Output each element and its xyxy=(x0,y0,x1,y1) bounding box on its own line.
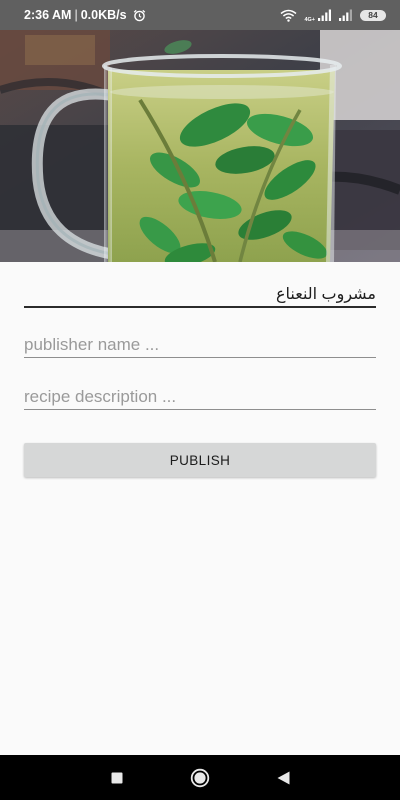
status-speed: 0.0KB/s xyxy=(80,8,127,22)
battery-icon: 84 xyxy=(360,9,386,21)
network-type-label: 4G+ xyxy=(304,16,315,23)
recipe-photo xyxy=(0,30,400,262)
navigation-bar xyxy=(0,755,400,800)
recents-icon xyxy=(111,772,123,784)
recipe-description-input[interactable] xyxy=(24,384,376,410)
signal-icon xyxy=(318,9,332,21)
screen: 2:36 AM | 0.0KB/s 4G+ 84 مشروب النعناع p… xyxy=(0,0,400,800)
publish-button[interactable]: PUBLISH xyxy=(24,443,376,477)
home-button[interactable] xyxy=(175,755,225,800)
back-button[interactable] xyxy=(258,755,308,800)
recents-button[interactable] xyxy=(92,755,142,800)
home-icon xyxy=(190,768,210,788)
status-time: 2:36 AM xyxy=(24,8,72,22)
status-separator: | xyxy=(74,8,78,22)
status-left: 2:36 AM | 0.0KB/s xyxy=(24,8,280,22)
alarm-icon xyxy=(133,9,146,22)
recipe-title-field[interactable]: مشروب النعناع xyxy=(24,278,376,308)
status-right: 4G+ 84 xyxy=(280,8,386,23)
back-icon xyxy=(277,771,290,785)
publisher-name-input[interactable] xyxy=(24,332,376,358)
mint-tea-photo xyxy=(0,30,400,262)
wifi-icon xyxy=(280,9,297,22)
status-bar: 2:36 AM | 0.0KB/s 4G+ 84 xyxy=(0,0,400,30)
signal-icon-secondary xyxy=(339,9,353,21)
